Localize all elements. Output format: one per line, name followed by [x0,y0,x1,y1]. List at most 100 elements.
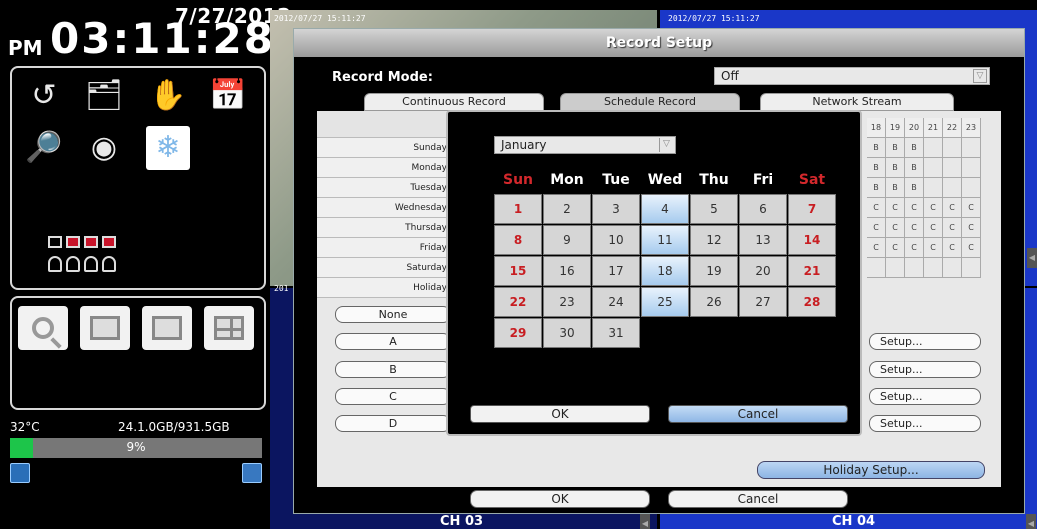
schedule-search-icon[interactable]: 📅 [206,76,250,116]
freeze-icon[interactable]: ❄ [146,126,190,170]
hour-cell[interactable]: B [867,178,886,198]
calendar-day-2[interactable]: 2 [543,194,591,224]
hour-cell[interactable] [886,258,905,278]
hour-cell[interactable]: C [867,198,886,218]
hour-cell[interactable]: C [962,198,981,218]
holiday-setup-button[interactable]: Holiday Setup... [757,461,985,479]
quad-view-button[interactable] [204,306,254,350]
calendar-cancel-button[interactable]: Cancel [668,405,848,423]
calendar-day-31[interactable]: 31 [592,318,640,348]
tab-schedule-record[interactable]: Schedule Record [560,93,740,111]
setup-d-button[interactable]: Setup... [869,415,981,432]
pip-view-button[interactable] [80,306,130,350]
calendar-ok-button[interactable]: OK [470,405,650,423]
hour-cell[interactable]: C [924,198,943,218]
calendar-day-4[interactable]: 4 [641,194,689,224]
hour-cell[interactable]: B [905,178,924,198]
hour-cell[interactable]: C [924,218,943,238]
record-type-none-button[interactable]: None [335,306,451,323]
tab-continuous-record[interactable]: Continuous Record [364,93,544,111]
log-search-icon[interactable]: 🔎 [22,126,66,170]
hour-cell[interactable]: C [867,218,886,238]
hour-cell[interactable]: C [924,238,943,258]
hour-cell[interactable]: C [886,238,905,258]
hour-cell[interactable] [962,138,981,158]
calendar-day-13[interactable]: 13 [739,225,787,255]
file-manager-icon[interactable]: 🗂 [82,76,126,116]
record-type-a-button[interactable]: A [335,333,451,350]
calendar-day-12[interactable]: 12 [690,225,738,255]
hour-cell[interactable] [924,138,943,158]
hour-cell[interactable]: B [886,178,905,198]
hour-cell[interactable] [924,258,943,278]
hour-cell[interactable] [962,258,981,278]
setup-c-button[interactable]: Setup... [869,388,981,405]
left-arrow-icon[interactable]: ◀ [1026,514,1036,529]
hour-cell[interactable] [943,258,962,278]
hour-cell[interactable] [924,158,943,178]
hour-cell[interactable] [867,258,886,278]
hour-cell[interactable] [943,178,962,198]
user-icon[interactable] [242,463,262,483]
hour-cell[interactable]: C [905,198,924,218]
hour-cell[interactable]: C [943,218,962,238]
calendar-day-21[interactable]: 21 [788,256,836,286]
calendar-day-7[interactable]: 7 [788,194,836,224]
hour-cell[interactable]: B [905,138,924,158]
calendar-day-3[interactable]: 3 [592,194,640,224]
search-button[interactable] [18,306,68,350]
hour-cell[interactable]: C [886,198,905,218]
single-view-button[interactable] [142,306,192,350]
right-edge-arrow-icon[interactable]: ◀ [1027,248,1037,268]
network-icon[interactable] [10,463,30,483]
calendar-day-27[interactable]: 27 [739,287,787,317]
calendar-day-29[interactable]: 29 [494,318,542,348]
calendar-day-23[interactable]: 23 [543,287,591,317]
calendar-day-24[interactable]: 24 [592,287,640,317]
hour-cell[interactable]: B [905,158,924,178]
ptz-control-icon[interactable]: ✋ [146,76,190,116]
calendar-day-9[interactable]: 9 [543,225,591,255]
calendar-day-18[interactable]: 18 [641,256,689,286]
hour-cell[interactable]: B [867,158,886,178]
hour-cell[interactable]: B [886,158,905,178]
hour-cell[interactable]: C [867,238,886,258]
calendar-day-8[interactable]: 8 [494,225,542,255]
calendar-day-30[interactable]: 30 [543,318,591,348]
hour-cell[interactable]: C [905,218,924,238]
hour-cell[interactable]: C [886,218,905,238]
hour-cell[interactable]: B [867,138,886,158]
calendar-day-1[interactable]: 1 [494,194,542,224]
calendar-day-17[interactable]: 17 [592,256,640,286]
calendar-day-25[interactable]: 25 [641,287,689,317]
schedule-hour-grid[interactable]: 18 19 20 21 22 23 B B B B B B B B B C C C C C C C C C C C C C C C C C C [867,118,1000,278]
hour-cell[interactable] [962,158,981,178]
hour-cell[interactable] [943,158,962,178]
calendar-day-26[interactable]: 26 [690,287,738,317]
calendar-day-20[interactable]: 20 [739,256,787,286]
hour-cell[interactable] [943,138,962,158]
setup-b-button[interactable]: Setup... [869,361,981,378]
left-arrow-icon[interactable]: ◀ [640,514,650,529]
calendar-day-19[interactable]: 19 [690,256,738,286]
hour-cell[interactable]: C [962,238,981,258]
calendar-day-14[interactable]: 14 [788,225,836,255]
hour-cell[interactable] [905,258,924,278]
record-type-c-button[interactable]: C [335,388,451,405]
camera-setup-icon[interactable]: ◉ [82,126,126,170]
setup-a-button[interactable]: Setup... [869,333,981,350]
calendar-day-28[interactable]: 28 [788,287,836,317]
calendar-day-11[interactable]: 11 [641,225,689,255]
hour-cell[interactable] [924,178,943,198]
month-select[interactable]: January ▽ [494,136,676,154]
playback-icon[interactable]: ↺ [22,76,66,116]
calendar-day-5[interactable]: 5 [690,194,738,224]
calendar-day-16[interactable]: 16 [543,256,591,286]
tab-network-stream[interactable]: Network Stream [760,93,954,111]
hour-cell[interactable]: B [886,138,905,158]
calendar-day-15[interactable]: 15 [494,256,542,286]
hour-cell[interactable] [962,178,981,198]
hour-cell[interactable]: C [905,238,924,258]
calendar-day-22[interactable]: 22 [494,287,542,317]
hour-cell[interactable]: C [943,198,962,218]
